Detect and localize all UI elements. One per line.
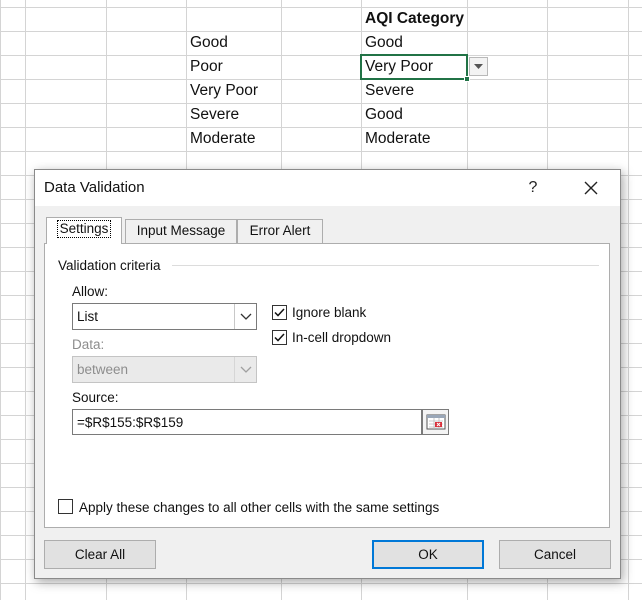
grid-line xyxy=(628,0,629,600)
in-cell-dropdown-checkbox[interactable] xyxy=(272,330,287,345)
header-cell-aqi-category[interactable]: AQI Category xyxy=(365,7,464,31)
data-select-value: between xyxy=(77,362,129,377)
tab-settings[interactable]: Settings xyxy=(46,217,122,244)
data-select: between xyxy=(72,356,257,383)
source-input[interactable]: =$R$155:$R$159 xyxy=(72,409,422,435)
cell-col-b-row-3[interactable]: Severe xyxy=(365,79,414,103)
cell-col-b-row-5[interactable]: Moderate xyxy=(365,127,430,151)
source-input-value: =$R$155:$R$159 xyxy=(77,415,184,430)
grid-line xyxy=(25,0,26,600)
cell-col-a-row-1[interactable]: Good xyxy=(190,31,228,55)
allow-select[interactable]: List xyxy=(72,303,257,330)
collapse-dialog-button[interactable] xyxy=(422,409,449,435)
fill-handle[interactable] xyxy=(464,76,470,82)
chevron-down-icon xyxy=(240,366,251,373)
settings-panel: Validation criteria Allow: List Data: be… xyxy=(44,243,610,528)
clear-all-button[interactable]: Clear All xyxy=(44,540,156,569)
allow-select-arrow[interactable] xyxy=(234,304,256,329)
source-label: Source: xyxy=(72,390,119,405)
check-icon xyxy=(274,308,285,317)
collapse-dialog-icon xyxy=(426,414,445,430)
data-validation-dialog: Data Validation ? Settings Input Message… xyxy=(34,169,621,579)
cell-col-a-row-3[interactable]: Very Poor xyxy=(190,79,258,103)
cancel-button[interactable]: Cancel xyxy=(499,540,611,569)
group-divider xyxy=(172,265,599,266)
cell-col-a-row-2[interactable]: Poor xyxy=(190,55,223,79)
tab-settings-label: Settings xyxy=(56,220,112,238)
ok-button[interactable]: OK xyxy=(372,540,484,569)
cell-col-b-row-1[interactable]: Good xyxy=(365,31,403,55)
cell-dropdown-button[interactable] xyxy=(469,57,488,76)
ignore-blank-checkbox[interactable] xyxy=(272,305,287,320)
allow-select-value: List xyxy=(77,309,99,324)
help-button[interactable]: ? xyxy=(520,176,546,200)
cell-col-a-row-4[interactable]: Severe xyxy=(190,103,239,127)
chevron-down-icon xyxy=(474,63,483,69)
data-label: Data: xyxy=(72,337,105,352)
cell-col-b-row-4[interactable]: Good xyxy=(365,103,403,127)
dialog-titlebar[interactable]: Data Validation ? xyxy=(35,170,620,206)
cell-col-b-row-2-active[interactable]: Very Poor xyxy=(365,55,433,79)
allow-label: Allow: xyxy=(72,284,109,299)
close-icon xyxy=(584,181,598,195)
check-icon xyxy=(274,333,285,342)
apply-all-checkbox[interactable] xyxy=(58,499,73,514)
tab-error-alert[interactable]: Error Alert xyxy=(237,219,323,243)
dialog-title: Data Validation xyxy=(44,179,145,196)
apply-all-label[interactable]: Apply these changes to all other cells w… xyxy=(79,500,439,515)
ignore-blank-label[interactable]: Ignore blank xyxy=(292,305,366,320)
validation-criteria-label: Validation criteria xyxy=(58,258,161,273)
cell-col-a-row-5[interactable]: Moderate xyxy=(190,127,255,151)
chevron-down-icon xyxy=(240,313,251,320)
in-cell-dropdown-label[interactable]: In-cell dropdown xyxy=(292,330,391,345)
close-button[interactable] xyxy=(576,174,606,202)
tab-input-message[interactable]: Input Message xyxy=(125,219,237,243)
data-select-arrow xyxy=(234,357,256,382)
